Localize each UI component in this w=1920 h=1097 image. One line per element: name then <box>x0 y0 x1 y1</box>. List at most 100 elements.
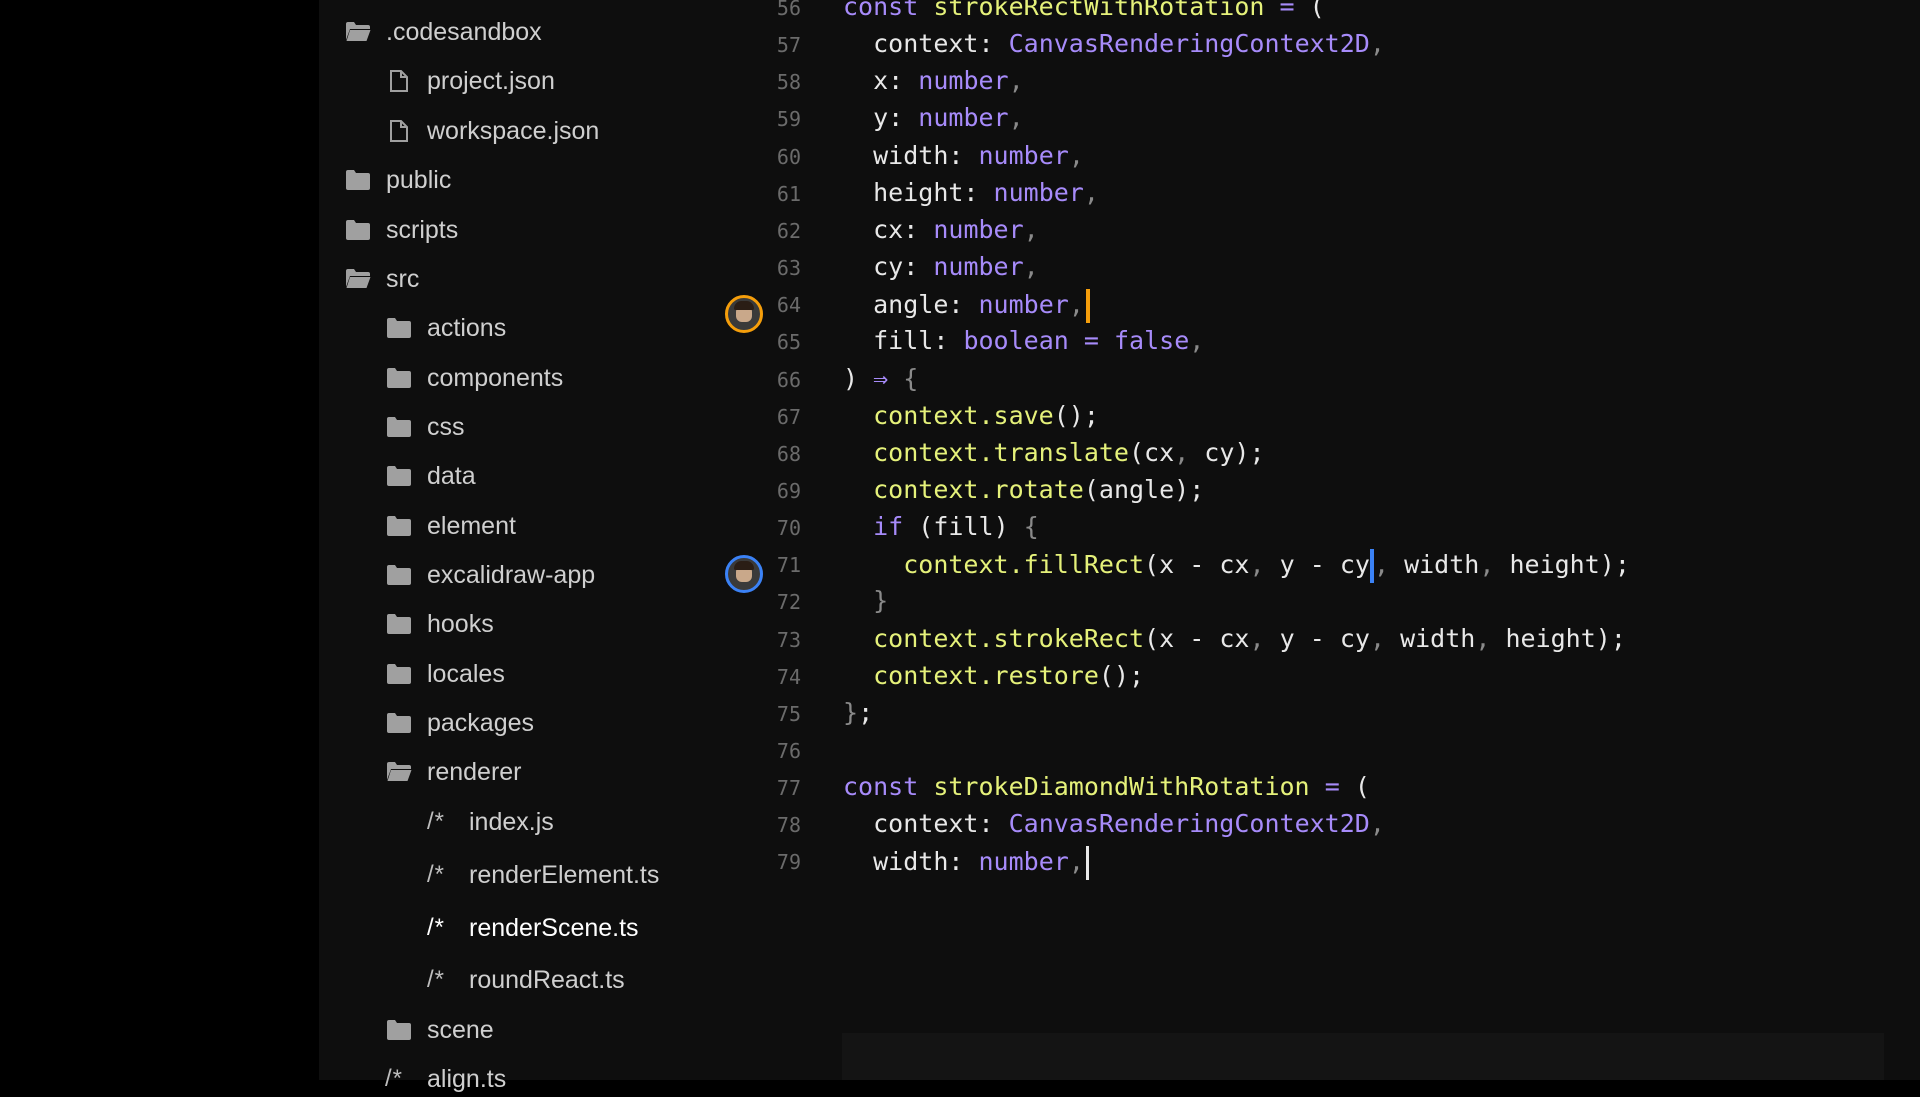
line-number: 60 <box>776 145 801 169</box>
code-text: const strokeRectWithRotation = ( <box>843 0 1325 21</box>
tree-item[interactable]: actions <box>385 310 506 346</box>
tree-item-label: index.js <box>469 807 554 836</box>
tree-item[interactable]: /* align.ts <box>385 1061 506 1097</box>
tree-item[interactable]: /* roundReact.ts <box>427 962 625 998</box>
folder-icon <box>344 216 372 244</box>
tree-item-label: packages <box>427 708 535 737</box>
line-number: 59 <box>776 107 801 131</box>
code-text: width: number, <box>843 846 1089 880</box>
folder-open-icon <box>344 18 372 46</box>
avatar-hair <box>734 561 754 570</box>
code-text: fill: boolean = false, <box>873 326 1205 355</box>
tree-item[interactable]: hooks <box>385 606 494 642</box>
code-text: }; <box>843 698 874 727</box>
tree-item[interactable]: renderer <box>385 754 522 790</box>
line-number: 58 <box>776 70 801 94</box>
folder-icon <box>385 364 413 392</box>
folder-open-icon <box>344 265 372 293</box>
line-number: 56 <box>776 0 801 20</box>
line-number: 61 <box>776 182 801 206</box>
line-number: 57 <box>776 33 801 57</box>
tree-item-label: .codesandbox <box>386 17 542 46</box>
folder-icon <box>385 413 413 441</box>
code-text: context.translate(cx, cy); <box>873 438 1265 467</box>
code-text: context: CanvasRenderingContext2D, <box>873 809 1385 838</box>
text-cursor <box>1085 846 1089 880</box>
tree-item-label: workspace.json <box>427 116 600 145</box>
code-text: context.fillRect(x - cx, y - cy, width, … <box>843 549 1630 583</box>
collaborator-cursor <box>1085 289 1090 323</box>
tree-item-label: element <box>427 511 516 540</box>
line-number: 65 <box>776 330 801 354</box>
tree-item[interactable]: project.json <box>385 63 555 99</box>
code-text: width: number, <box>873 141 1084 170</box>
folder-icon <box>385 610 413 638</box>
tree-item[interactable]: .codesandbox <box>344 14 542 50</box>
tree-item-label: public <box>386 165 452 194</box>
tree-item-label: actions <box>427 313 507 342</box>
tree-item-label: css <box>427 412 465 441</box>
tree-item-label: data <box>427 461 476 490</box>
tree-item-label: renderer <box>427 757 522 786</box>
line-number: 74 <box>776 665 801 689</box>
line-number: 63 <box>776 256 801 280</box>
tree-item[interactable]: scripts <box>344 212 458 248</box>
js-icon: /* <box>427 808 446 835</box>
folder-open-icon <box>385 758 413 786</box>
tree-item-label: renderElement.ts <box>469 860 660 889</box>
code-text: context: CanvasRenderingContext2D, <box>873 29 1385 58</box>
code-text: context.strokeRect(x - cx, y - cy, width… <box>873 624 1626 653</box>
line-number: 72 <box>776 590 801 614</box>
code-text: if (fill) { <box>873 512 1039 541</box>
active-line-highlight <box>842 1033 1884 1080</box>
tree-item-label: renderScene.ts <box>469 913 639 942</box>
code-text: context.restore(); <box>873 661 1145 690</box>
code-text: y: number, <box>873 103 1024 132</box>
tree-item-label: scripts <box>386 215 459 244</box>
tree-item[interactable]: locales <box>385 656 505 692</box>
line-number: 69 <box>776 479 801 503</box>
line-number: 76 <box>776 739 801 763</box>
folder-icon <box>385 462 413 490</box>
tree-item[interactable]: src <box>344 261 419 297</box>
folder-icon <box>385 512 413 540</box>
line-number: 75 <box>776 702 801 726</box>
tree-item-label: scene <box>427 1015 494 1044</box>
code-text: cy: number, <box>873 252 1039 281</box>
tree-item-label: roundReact.ts <box>469 965 625 994</box>
code-text: ) ⇒ { <box>843 364 919 393</box>
ts-icon: /* <box>385 1065 404 1092</box>
code-text: const strokeDiamondWithRotation = ( <box>843 772 1370 801</box>
tree-item[interactable]: excalidraw-app <box>385 557 595 593</box>
tree-item[interactable]: scene <box>385 1012 494 1048</box>
line-number: 78 <box>776 813 801 837</box>
avatar-hair <box>734 301 754 310</box>
tree-item-label: src <box>386 264 420 293</box>
folder-icon <box>385 314 413 342</box>
tree-item[interactable]: packages <box>385 705 534 741</box>
code-line[interactable]: 79 width: number, <box>731 842 1920 887</box>
collaborator-avatar[interactable] <box>725 295 763 333</box>
folder-icon <box>385 1016 413 1044</box>
tree-item[interactable]: /* renderScene.ts <box>427 910 639 946</box>
tree-item[interactable]: components <box>385 360 563 396</box>
line-number: 62 <box>776 219 801 243</box>
tree-item[interactable]: css <box>385 409 465 445</box>
line-number: 70 <box>776 516 801 540</box>
code-text: x: number, <box>873 66 1024 95</box>
tree-item[interactable]: /* renderElement.ts <box>427 857 659 893</box>
line-number: 66 <box>776 368 801 392</box>
tree-item[interactable]: workspace.json <box>385 113 599 149</box>
line-number: 67 <box>776 405 801 429</box>
tree-item[interactable]: /* index.js <box>427 804 554 840</box>
collaborator-avatar[interactable] <box>725 555 763 593</box>
line-number: 73 <box>776 628 801 652</box>
code-text: context.save(); <box>873 401 1099 430</box>
code-text: angle: number, <box>843 289 1090 323</box>
code-text: cx: number, <box>873 215 1039 244</box>
tree-item[interactable]: element <box>385 508 516 544</box>
tree-item[interactable]: public <box>344 162 451 198</box>
code-text: } <box>873 586 889 615</box>
folder-icon <box>344 166 372 194</box>
tree-item[interactable]: data <box>385 458 476 494</box>
